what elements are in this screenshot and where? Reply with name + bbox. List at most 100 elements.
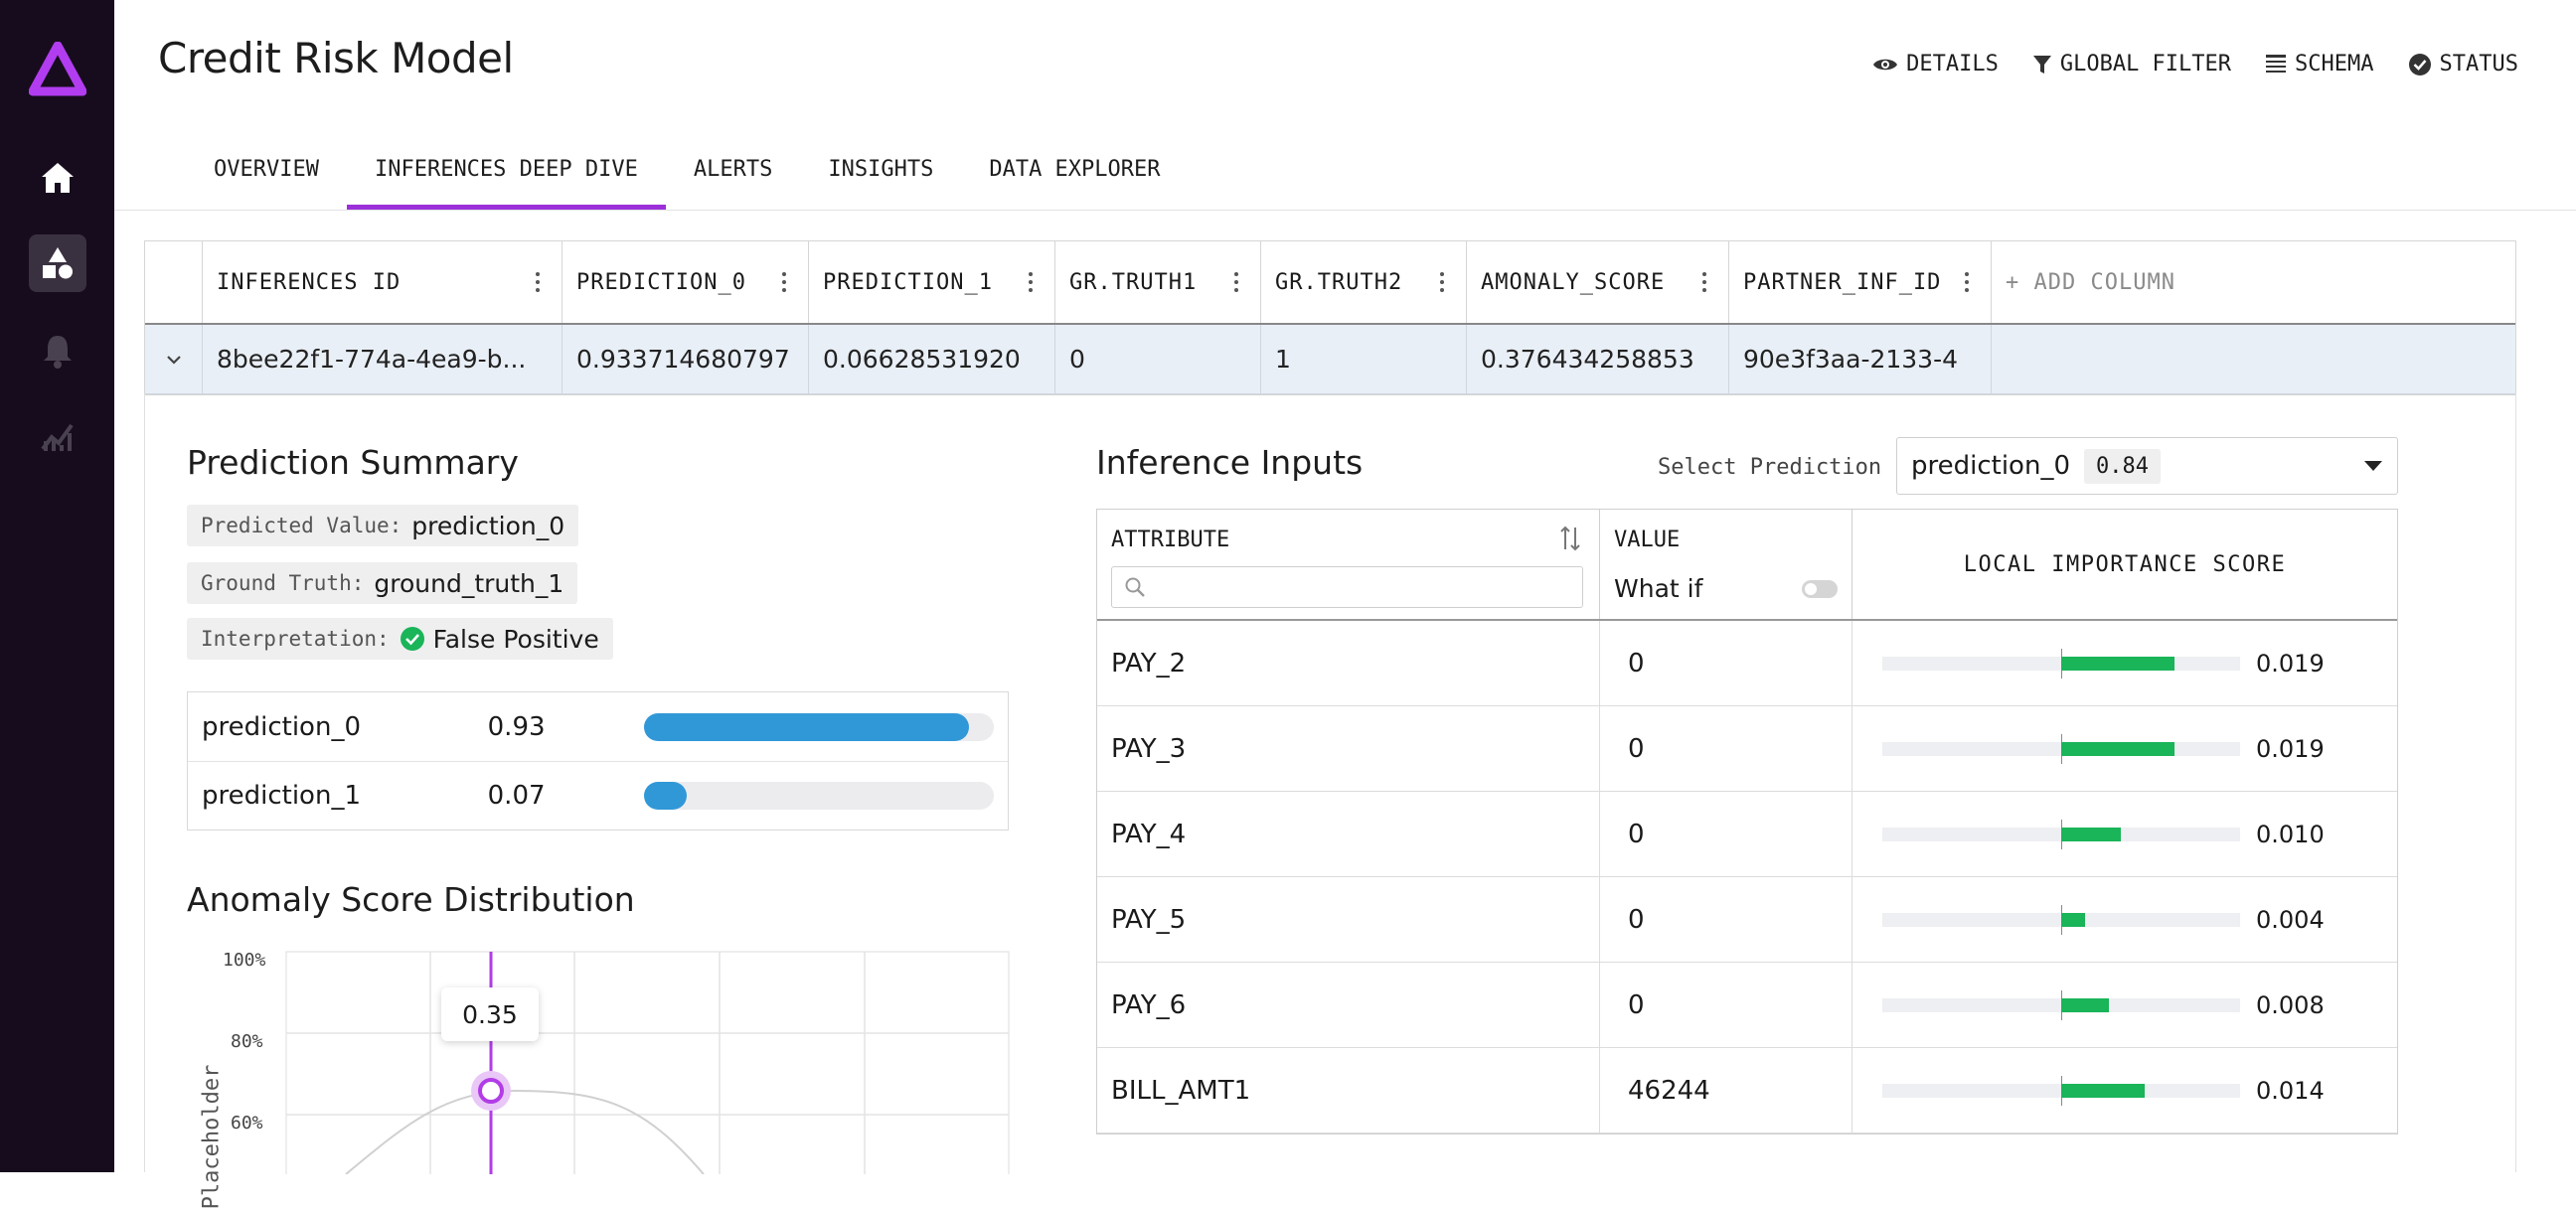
add-column-button[interactable]: + ADD COLUMN (1991, 241, 2515, 323)
table-cell: 8bee22f1-774a-4ea9-b... (202, 325, 562, 393)
importance-score: 0.019 (2256, 734, 2325, 763)
attribute-column-header: ATTRIBUTE (1097, 510, 1599, 619)
prediction-summary-title: Prediction Summary (187, 443, 519, 482)
table-row[interactable]: PAY_3 0 0.019 (1097, 706, 2397, 792)
column-header-anomaly-score[interactable]: AMONALY_SCORE (1466, 241, 1728, 323)
check-circle-icon (2408, 53, 2431, 76)
value-cell[interactable]: 0 (1599, 877, 1852, 962)
value-cell[interactable]: 0 (1599, 963, 1852, 1047)
tab-data-explorer[interactable]: DATA EXPLORER (961, 149, 1188, 211)
table-row[interactable]: BILL_AMT1 46244 0.014 (1097, 1048, 2397, 1133)
tab-insights[interactable]: INSIGHTS (800, 149, 961, 211)
inference-inputs: Inference Inputs Select Prediction predi… (1096, 393, 2398, 1172)
column-label: PREDICTION_1 (823, 269, 993, 295)
column-menu-icon[interactable] (1440, 272, 1444, 292)
prediction-select[interactable]: prediction_0 0.84 (1896, 437, 2398, 495)
value-cell[interactable]: 0 (1599, 792, 1852, 876)
column-header-inferences-id[interactable]: INFERENCES ID (202, 241, 562, 323)
column-header-prediction-0[interactable]: PREDICTION_0 (562, 241, 808, 323)
predicted-value: prediction_0 (411, 511, 565, 540)
list-item: prediction_0 0.93 (188, 692, 1008, 761)
table-row[interactable]: 8bee22f1-774a-4ea9-b... 0.933714680797 0… (145, 325, 2515, 394)
column-header-partner-inf-id[interactable]: PARTNER_INF_ID (1728, 241, 1991, 323)
status-button[interactable]: STATUS (2408, 52, 2518, 76)
importance-bar-fill (2061, 827, 2121, 841)
attribute-search-input[interactable] (1111, 566, 1583, 608)
column-menu-icon[interactable] (1702, 272, 1706, 292)
table-row[interactable]: PAY_2 0 0.019 (1097, 621, 2397, 706)
ground-truth-chip: Ground Truth: ground_truth_1 (187, 562, 578, 604)
column-menu-icon[interactable] (782, 272, 786, 292)
bell-icon[interactable] (29, 322, 86, 379)
schema-label: SCHEMA (2295, 52, 2374, 76)
global-filter-label: GLOBAL FILTER (2059, 52, 2232, 76)
arize-logo-icon[interactable] (28, 41, 87, 103)
column-label: INFERENCES ID (217, 269, 402, 295)
attribute-cell: PAY_3 (1111, 733, 1187, 764)
probability-bar (644, 782, 994, 810)
what-if-toggle[interactable] (1802, 579, 1838, 598)
column-label: GR.TRUTH1 (1069, 269, 1198, 295)
expand-column-header (145, 241, 202, 323)
inputs-table: ATTRIBUTE VALUE What if LOCAL IMPORTANCE… (1096, 509, 2398, 1134)
importance-bar (1882, 648, 2240, 679)
importance-bar-fill (2061, 656, 2174, 671)
column-header-gr-truth2[interactable]: GR.TRUTH2 (1260, 241, 1466, 323)
chevron-down-icon[interactable] (145, 325, 202, 393)
table-cell: 0.376434258853 (1466, 325, 1728, 393)
importance-score: 0.014 (2256, 1076, 2325, 1105)
eye-icon (1873, 59, 1898, 70)
analytics-icon[interactable] (29, 407, 86, 465)
attribute-cell: PAY_4 (1111, 819, 1187, 849)
sort-icon[interactable] (1559, 526, 1581, 551)
tab-overview[interactable]: OVERVIEW (186, 149, 347, 211)
table-row[interactable]: PAY_5 0 0.004 (1097, 877, 2397, 963)
home-icon[interactable] (29, 149, 86, 207)
attribute-cell: BILL_AMT1 (1111, 1075, 1251, 1106)
table-row[interactable]: PAY_6 0 0.008 (1097, 963, 2397, 1048)
importance-score: 0.019 (2256, 649, 2325, 678)
y-tick: 60% (231, 1113, 263, 1133)
column-label: PARTNER_INF_ID (1743, 269, 1942, 295)
inputs-table-body: PAY_2 0 0.019 PAY_3 0 0.019 PAY_4 0 0.010 PAY_5 0 0… (1097, 621, 2397, 1133)
interpretation-chip: Interpretation: False Positive (187, 618, 613, 660)
global-filter-button[interactable]: GLOBAL FILTER (2032, 52, 2231, 76)
ground-truth-value: ground_truth_1 (374, 568, 564, 598)
importance-cell: 0.010 (1852, 792, 2397, 876)
column-menu-icon[interactable] (1029, 272, 1033, 292)
importance-score: 0.008 (2256, 990, 2325, 1019)
y-axis-label: Placeholder (199, 1064, 225, 1209)
column-menu-icon[interactable] (1965, 272, 1969, 292)
prediction-value: 0.07 (487, 781, 546, 811)
importance-cell: 0.019 (1852, 621, 2397, 705)
importance-bar (1882, 819, 2240, 849)
probability-bar (644, 712, 994, 741)
tab-inferences-deep-dive[interactable]: INFERENCES DEEP DIVE (346, 149, 666, 211)
predicted-value-chip: Predicted Value: prediction_0 (187, 505, 579, 546)
column-menu-icon[interactable] (1234, 272, 1238, 292)
tab-alerts[interactable]: ALERTS (666, 149, 800, 211)
value-cell[interactable]: 46244 (1599, 1048, 1852, 1133)
details-button[interactable]: DETAILS (1872, 52, 1999, 76)
importance-bar (1882, 1075, 2240, 1106)
y-tick: 80% (231, 1031, 263, 1052)
schema-button[interactable]: SCHEMA (2265, 52, 2374, 76)
status-label: STATUS (2439, 52, 2518, 76)
what-if-label: What if (1614, 574, 1703, 603)
y-tick: 100% (223, 950, 266, 971)
probability-bar-fill (644, 782, 687, 810)
importance-score: 0.010 (2256, 820, 2325, 848)
column-menu-icon[interactable] (536, 272, 540, 292)
column-header-prediction-1[interactable]: PREDICTION_1 (808, 241, 1054, 323)
tab-divider (114, 210, 2576, 211)
details-label: DETAILS (1906, 52, 1999, 76)
models-icon[interactable] (29, 234, 86, 292)
probability-bar-fill (644, 712, 970, 741)
table-cell: 0.06628531920 (808, 325, 1054, 393)
inference-detail-panel: Prediction Summary Predicted Value: pred… (144, 393, 2516, 1209)
table-row[interactable]: PAY_4 0 0.010 (1097, 792, 2397, 877)
column-header-gr-truth1[interactable]: GR.TRUTH1 (1054, 241, 1260, 323)
value-cell[interactable]: 0 (1599, 706, 1852, 791)
value-cell[interactable]: 0 (1599, 621, 1852, 705)
sidebar (0, 0, 114, 1172)
